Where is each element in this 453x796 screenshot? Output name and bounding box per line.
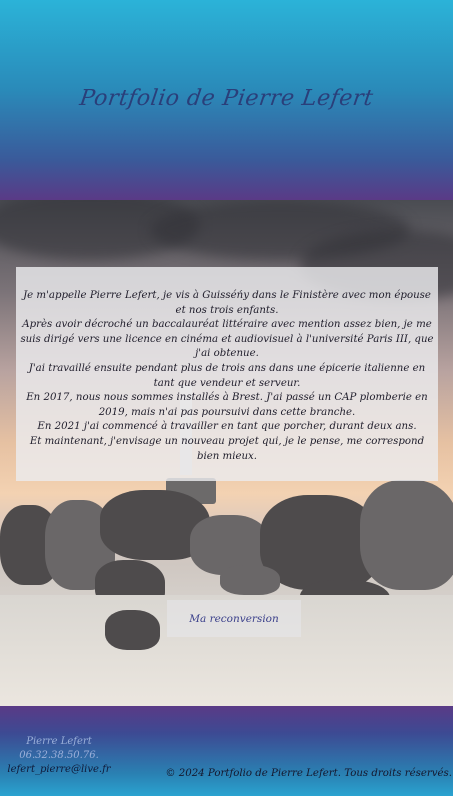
about-paragraph: En 2017, nous nous sommes installés à Br… [26,392,428,418]
copyright-notice: © 2024 Portfolio de Pierre Lefert. Tous … [165,768,452,779]
reconversion-link-button[interactable]: Ma reconversion [167,600,301,637]
about-text-panel: Je m'appelle Pierre Lefert, je vis à Gui… [16,267,438,481]
contact-email: lefert_pierre@live.fr [7,764,111,775]
contact-phone: 06.32.38.50.76. [19,750,99,761]
about-paragraph: En 2021 j'ai commencé à travailler en ta… [37,421,417,433]
about-paragraph: J'ai travaillé ensuite pendant plus de t… [28,362,426,389]
site-header: Portfolio de Pierre Lefert [0,0,453,200]
about-paragraph: Après avoir décroché un baccalauréat lit… [20,319,434,360]
contact-name: Pierre Lefert [26,736,92,747]
page-title: Portfolio de Pierre Lefert [78,86,375,111]
footer-contact: Pierre Lefert 06.32.38.50.76. lefert_pie… [6,735,112,777]
about-paragraph: Et maintenant, j'envisage un nouveau pro… [29,435,425,462]
about-paragraph: Je m'appelle Pierre Lefert, je vis à Gui… [23,290,431,316]
